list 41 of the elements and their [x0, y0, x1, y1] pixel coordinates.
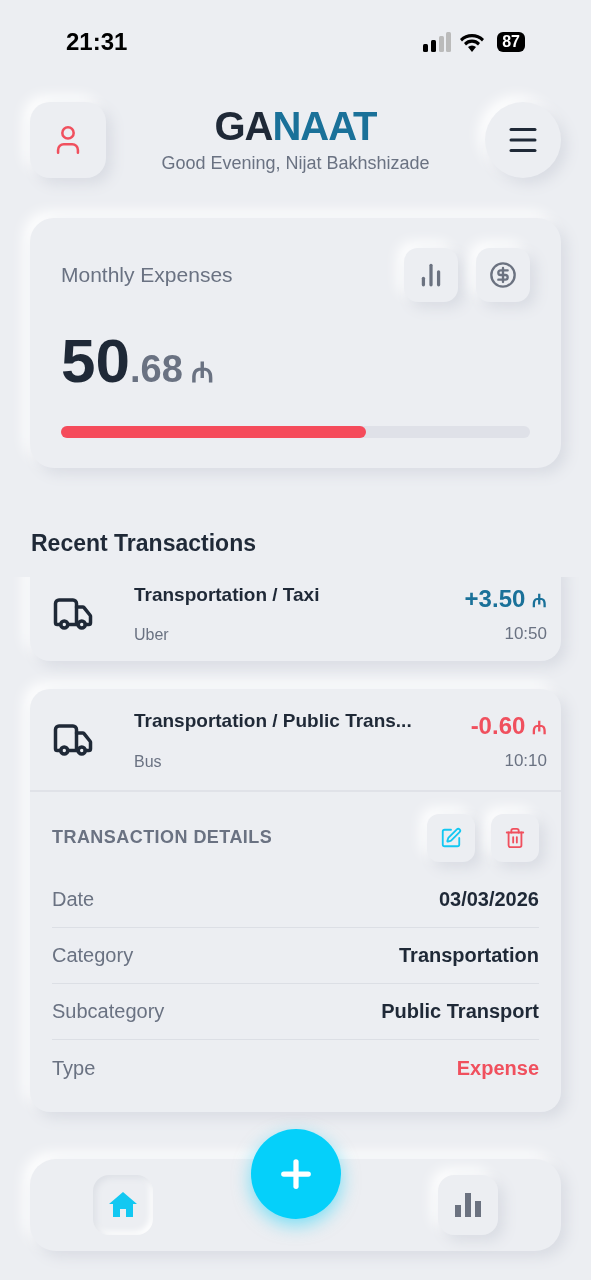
- detail-label: Category: [52, 943, 134, 968]
- transaction-time: 10:50: [504, 623, 547, 645]
- details-title: TRANSACTION DETAILS: [52, 826, 273, 849]
- home-tab[interactable]: [93, 1174, 153, 1235]
- status-time: 21:31: [66, 27, 128, 57]
- section-title: Recent Transactions: [31, 529, 257, 558]
- expenses-amount: 50.68 ₼: [61, 326, 215, 397]
- transaction-amount: -0.60 ₼: [470, 710, 547, 741]
- battery-indicator: 87: [497, 32, 525, 52]
- transaction-subtitle: Uber: [134, 625, 170, 645]
- app-logo: GANAAT: [214, 103, 377, 148]
- detail-value: 03/03/2026: [438, 887, 539, 912]
- transaction-title: Transportation / Public Trans...: [134, 709, 413, 733]
- home-icon: [108, 1191, 138, 1218]
- currency-button[interactable]: [476, 248, 530, 302]
- greeting-text: Good Evening, Nijat Bakhshizade: [161, 151, 430, 175]
- transaction-subtitle: Bus: [134, 751, 163, 772]
- edit-button[interactable]: [427, 813, 475, 862]
- transaction-time: 10:10: [504, 749, 547, 772]
- detail-label: Date: [52, 887, 95, 912]
- add-button[interactable]: [250, 1128, 341, 1219]
- card-title: Monthly Expenses: [61, 262, 233, 289]
- transaction-title: Transportation / Taxi: [134, 582, 321, 607]
- detail-value: Expense: [456, 1055, 539, 1081]
- transaction-card[interactable]: Transportation / Public Trans... Bus -0.60 ₼ 10:10 TRANSACTION DETAILS Date 03/03/2026 Category Transportation Subcategory Public Transport Type Expense: [30, 689, 561, 1112]
- trash-icon: [504, 826, 526, 849]
- signal-icon: [423, 32, 452, 52]
- detail-label: Subcategory: [52, 999, 165, 1024]
- dollar-icon: [489, 261, 517, 289]
- edit-icon: [440, 826, 462, 849]
- detail-value: Public Transport: [381, 999, 539, 1024]
- chart-button[interactable]: [404, 248, 458, 302]
- detail-value: Transportation: [399, 943, 539, 968]
- wifi-icon: [459, 32, 486, 52]
- transaction-amount: +3.50 ₼: [464, 584, 547, 614]
- profile-button[interactable]: [30, 102, 106, 178]
- stats-tab[interactable]: [438, 1174, 498, 1235]
- transaction-card[interactable]: Transportation / Taxi Uber +3.50 ₼ 10:50: [30, 576, 561, 661]
- detail-label: Type: [52, 1055, 96, 1081]
- delete-button[interactable]: [491, 813, 539, 862]
- bar-chart-icon: [455, 1192, 481, 1217]
